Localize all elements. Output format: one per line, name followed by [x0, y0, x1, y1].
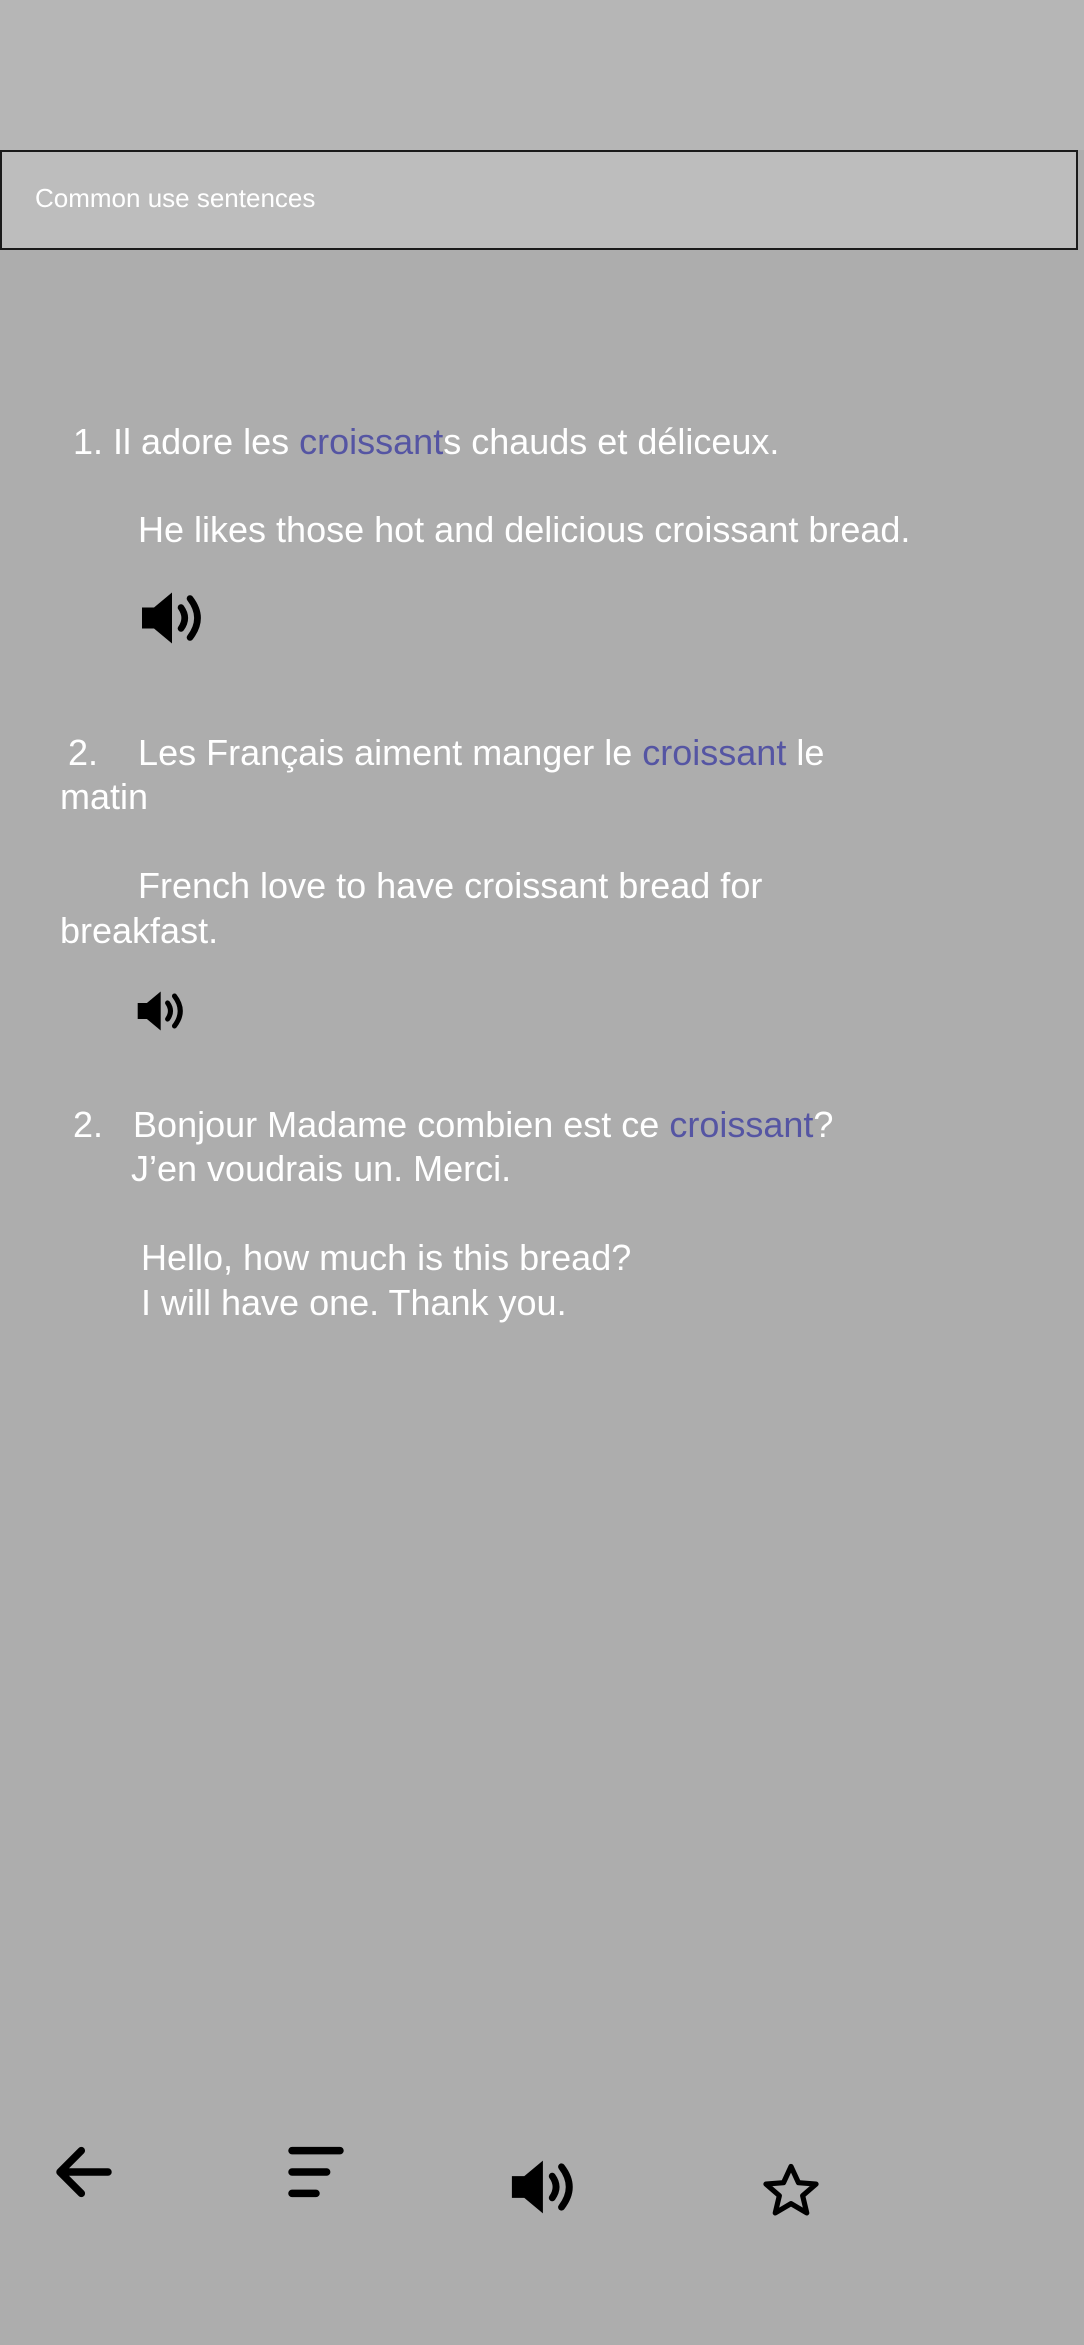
page-title: Common use sentences: [35, 183, 316, 213]
sentence-number: 2.: [68, 732, 99, 773]
speaker-icon[interactable]: [135, 988, 191, 1034]
french-text: ?: [813, 1104, 834, 1145]
status-bar-area: [0, 0, 1084, 150]
french-text: Il adore les: [113, 421, 300, 462]
sentence-number: 2.: [73, 1104, 104, 1145]
sentence-1-french: 1. Il adore les croissants chauds et dél…: [73, 420, 779, 464]
french-text: Les Français aiment manger le: [138, 732, 643, 773]
sentence-2-english: French love to have croissant bread for: [138, 865, 763, 906]
sentence-3-english-line2: I will have one. Thank you.: [141, 1282, 567, 1323]
star-icon[interactable]: [760, 2160, 822, 2222]
highlight-word: croissant: [669, 1104, 814, 1145]
sentence-1-english: He likes those hot and delicious croissa…: [138, 509, 911, 550]
sentence-2-french: 2. Les Français aiment manger le croissa…: [68, 731, 824, 775]
sentence-number: 1.: [73, 421, 104, 462]
sentence-2-english-line2: breakfast.: [60, 910, 219, 951]
sentence-3-french: 2. Bonjour Madame combien est ce croissa…: [73, 1103, 833, 1147]
sentence-2-french-line2: matin: [60, 776, 149, 817]
french-text: s chauds et déliceux.: [443, 421, 780, 462]
sentence-3-french-line2: J’en voudrais un. Merci.: [131, 1148, 512, 1189]
back-arrow-icon[interactable]: [52, 2140, 116, 2204]
highlight-word: croissant: [299, 421, 444, 462]
french-text: le: [786, 732, 825, 773]
speaker-icon[interactable]: [138, 588, 212, 648]
french-text: Bonjour Madame combien est ce: [133, 1104, 670, 1145]
sentence-3-english: Hello, how much is this bread?: [141, 1237, 632, 1278]
highlight-word: croissant: [642, 732, 787, 773]
speaker-icon[interactable]: [508, 2156, 584, 2218]
page-title-bar: Common use sentences: [0, 150, 1078, 250]
menu-icon[interactable]: [284, 2140, 348, 2204]
